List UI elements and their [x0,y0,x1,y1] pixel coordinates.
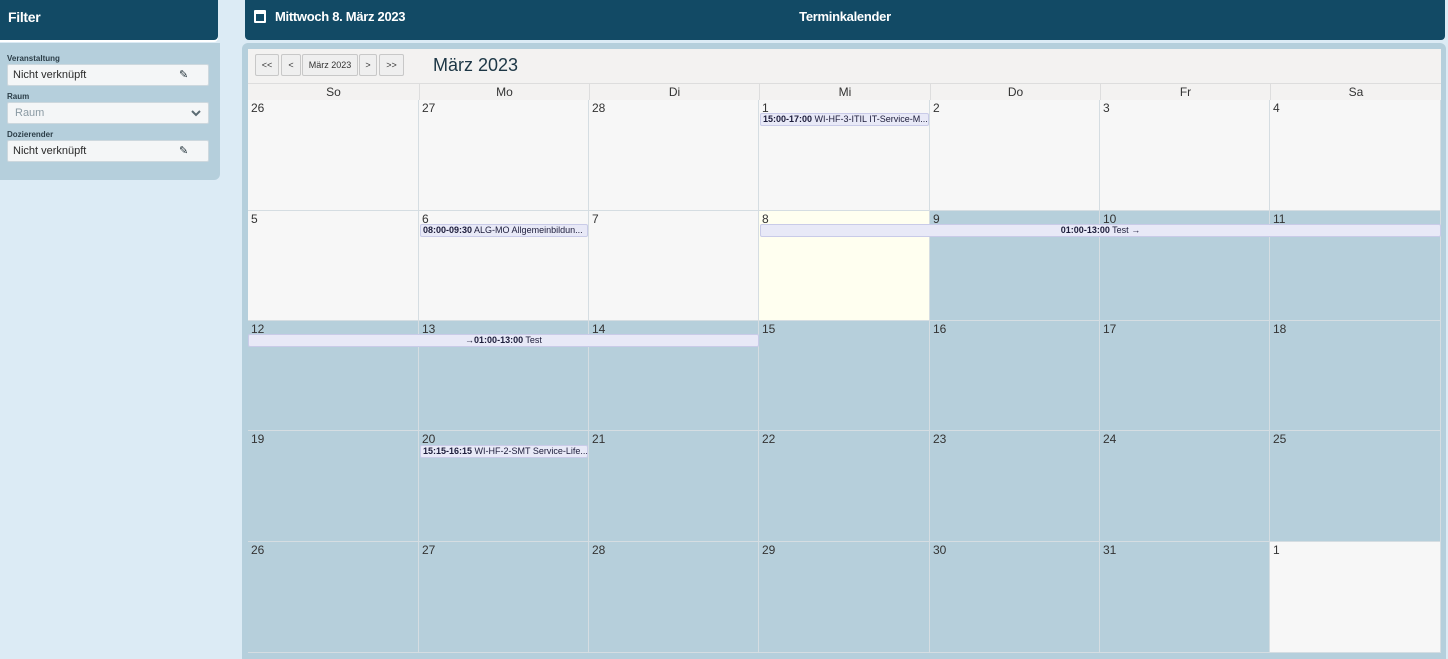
chevron-down-icon [190,105,202,129]
day-number: 25 [1273,432,1287,446]
event-time: 15:00-17:00 [763,114,813,124]
page-title: Terminkalender [799,9,891,24]
day-number: 1 [1273,543,1280,557]
day-cell[interactable]: 1 [1270,542,1441,653]
day-cell[interactable]: 29 [759,542,930,653]
day-cell[interactable]: 15 [759,321,930,431]
event-time: 08:00-09:30 [423,225,473,235]
dayname-do: Do [930,84,1100,101]
day-cell[interactable]: 28 [589,542,759,653]
day-number: 4 [1273,101,1280,115]
next-button[interactable]: > [359,54,377,76]
dozierender-value: Nicht verknüpft [13,145,87,157]
calendar-event[interactable]: →01:00-13:00 Test [248,334,759,347]
prev-button[interactable]: < [281,54,301,76]
day-number: 28 [592,101,606,115]
dozierender-label: Dozierender [7,130,54,139]
month-grid: 26 27 28 1 2 3 4 5 6 7 8 9 10 11 12 13 1… [248,100,1441,653]
event-text: ALG-MO Allgemeinbildun... [472,225,583,235]
day-cell[interactable]: 25 [1270,431,1441,542]
day-number: 16 [933,322,947,336]
day-cell[interactable]: 27 [419,100,589,211]
day-cell[interactable]: 16 [930,321,1100,431]
raum-label: Raum [7,92,30,101]
day-cell[interactable]: 26 [248,100,419,211]
day-cell[interactable]: 24 [1100,431,1270,542]
day-cell[interactable]: 31 [1100,542,1270,653]
day-number: 20 [422,432,436,446]
day-number: 17 [1103,322,1117,336]
veranstaltung-field[interactable]: Nicht verknüpft ✎ [7,64,209,86]
pencil-icon[interactable]: ✎ [179,145,189,157]
event-time: 15:15-16:15 [423,446,473,456]
day-number: 31 [1103,543,1117,557]
event-text: Test → [1109,225,1141,235]
pencil-icon[interactable]: ✎ [179,69,189,81]
day-cell[interactable]: 19 [248,431,419,542]
day-cell[interactable]: 4 [1270,100,1441,211]
day-number: 28 [592,543,606,557]
day-number: 15 [762,322,776,336]
calendar-event[interactable]: 08:00-09:30 ALG-MO Allgemeinbildun... [420,224,588,237]
day-number: 27 [422,543,436,557]
current-month-button[interactable]: März 2023 [302,54,358,76]
dayname-mo: Mo [419,84,589,101]
day-number: 30 [933,543,947,557]
day-number: 29 [762,543,776,557]
event-time: 01:00-13:00 [1060,225,1110,235]
day-number: 21 [592,432,606,446]
day-cell[interactable]: 30 [930,542,1100,653]
dayname-sa: Sa [1270,84,1441,101]
day-cell[interactable]: 27 [419,542,589,653]
day-cell[interactable]: 2 [930,100,1100,211]
day-cell[interactable]: 5 [248,211,419,321]
calendar-event[interactable]: 15:00-17:00 WI-HF-3-ITIL IT-Service-M... [760,113,929,126]
veranstaltung-value: Nicht verknüpft [13,69,87,81]
day-number: 26 [251,543,265,557]
raum-select[interactable]: Raum [7,102,209,124]
day-cell[interactable]: 18 [1270,321,1441,431]
last-button[interactable]: >> [379,54,404,76]
event-text: Test [523,335,542,345]
day-number: 23 [933,432,947,446]
calendar-header: Mittwoch 8. März 2023 Terminkalender [245,0,1445,40]
day-cell[interactable]: 3 [1100,100,1270,211]
day-cell[interactable]: 23 [930,431,1100,542]
day-number: 27 [422,101,436,115]
dayname-mi: Mi [759,84,930,101]
day-cell[interactable]: 22 [759,431,930,542]
filter-header: Filter [0,0,218,40]
day-names-row: So Mo Di Mi Do Fr Sa [248,83,1441,101]
day-cell[interactable]: 21 [589,431,759,542]
dayname-so: So [326,85,341,99]
event-text: WI-HF-2-SMT Service-Life... [472,446,588,456]
first-button[interactable]: << [255,54,279,76]
calendar-event[interactable]: 01:00-13:00 Test → [760,224,1441,237]
day-number: 22 [762,432,776,446]
event-text: WI-HF-3-ITIL IT-Service-M... [812,114,928,124]
day-number: 18 [1273,322,1287,336]
day-cell[interactable]: 26 [248,542,419,653]
calendar-toolbar: << < März 2023 > >> März 2023 [248,49,1441,83]
day-number: 26 [251,101,265,115]
event-time: →01:00-13:00 [465,335,524,345]
day-number: 2 [933,101,940,115]
day-number: 3 [1103,101,1110,115]
day-number: 5 [251,212,258,226]
filter-panel: Veranstaltung Nicht verknüpft ✎ Raum Rau… [0,43,220,180]
day-number: 19 [251,432,265,446]
dozierender-field[interactable]: Nicht verknüpft ✎ [7,140,209,162]
day-number: 24 [1103,432,1117,446]
filter-title: Filter [8,9,41,25]
day-cell[interactable]: 17 [1100,321,1270,431]
day-cell[interactable]: 7 [589,211,759,321]
month-title: März 2023 [433,55,519,75]
veranstaltung-label: Veranstaltung [7,54,60,63]
dayname-di: Di [589,84,759,101]
calendar-event[interactable]: 15:15-16:15 WI-HF-2-SMT Service-Life... [420,445,588,458]
dayname-fr: Fr [1100,84,1270,101]
day-cell[interactable]: 28 [589,100,759,211]
day-number: 7 [592,212,599,226]
raum-placeholder: Raum [15,107,45,119]
